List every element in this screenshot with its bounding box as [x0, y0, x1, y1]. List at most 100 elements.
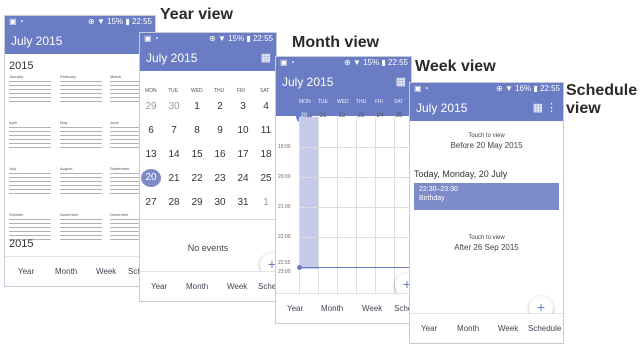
nav-week[interactable]: Week — [498, 324, 518, 333]
mini-month-name[interactable]: June — [110, 120, 119, 125]
day-cell[interactable]: 24 — [233, 173, 253, 184]
day-cell[interactable]: 27 — [141, 197, 161, 208]
day-cell[interactable]: 18 — [256, 149, 276, 160]
status-bar: ▣ ◔ ⊕ ▼ 15% ▮ 22:55 — [140, 33, 276, 44]
bottom-nav: Year Month Week Sche — [140, 271, 276, 301]
mini-month-grid[interactable] — [60, 173, 102, 195]
day-cell[interactable]: 30 — [210, 197, 230, 208]
day-cell[interactable]: 30 — [164, 101, 184, 112]
mini-month-name[interactable]: October — [9, 212, 23, 217]
hour-label: 19:00 — [278, 144, 291, 150]
more-options-icon[interactable]: ⋮ — [546, 101, 557, 114]
day-cell[interactable]: 25 — [256, 173, 276, 184]
mini-month-grid[interactable] — [9, 127, 51, 149]
weekday-header: SAT — [394, 99, 404, 105]
weekday-header: MON — [145, 88, 157, 94]
day-cell[interactable]: 31 — [233, 197, 253, 208]
bottom-nav: Year Month Week Sche — [5, 256, 155, 286]
week-grid: 19:00 20:00 21:00 22:00 22:55 23:00 — [276, 117, 411, 293]
current-time-line — [299, 267, 411, 268]
weekday-header: WED — [337, 99, 349, 105]
nav-year[interactable]: Year — [151, 282, 167, 291]
day-cell[interactable]: 9 — [210, 125, 230, 136]
hour-label: 21:00 — [278, 204, 291, 210]
app-bar-title[interactable]: July 2015 — [11, 34, 62, 48]
mini-month-name[interactable]: March — [110, 74, 121, 79]
mini-month-grid[interactable] — [9, 173, 51, 195]
calendar-today-icon[interactable]: ▦ — [533, 101, 543, 114]
mini-month-grid[interactable] — [60, 127, 102, 149]
day-cell[interactable]: 7 — [164, 125, 184, 136]
week-view-screen: ▣ ◔ ⊕ ▼ 15% ▮ 22:55 July 2015 ▦ MON 20 TUE… — [275, 56, 412, 324]
day-cell[interactable]: 13 — [141, 149, 161, 160]
status-icons-right: ⊕ ▼ 16% ▮ 22:55 — [496, 84, 560, 93]
weekday-header: THU — [356, 99, 367, 105]
day-cell[interactable]: 14 — [164, 149, 184, 160]
app-bar-title[interactable]: July 2015 — [146, 51, 197, 65]
day-cell[interactable]: 28 — [164, 197, 184, 208]
divider — [140, 219, 276, 220]
nav-schedule[interactable]: Schedule — [528, 324, 561, 333]
day-cell[interactable]: 10 — [233, 125, 253, 136]
nav-month[interactable]: Month — [186, 282, 208, 291]
mini-month-name[interactable]: August — [60, 166, 72, 171]
load-earlier[interactable]: Touch to view Before 20 May 2015 — [410, 133, 563, 150]
hour-label: 22:55 — [278, 260, 291, 266]
load-later[interactable]: Touch to view After 26 Sep 2015 — [410, 235, 563, 252]
touch-to-view-label: Touch to view — [468, 133, 505, 139]
day-cell[interactable]: 20 — [141, 169, 161, 187]
mini-month-grid[interactable] — [60, 81, 102, 103]
nav-week[interactable]: Week — [227, 282, 247, 291]
mini-month-name[interactable]: December — [110, 212, 128, 217]
day-header: Today, Monday, 20 July — [414, 169, 508, 179]
nav-week[interactable]: Week — [96, 267, 116, 276]
day-cell[interactable]: 15 — [187, 149, 207, 160]
mini-month-name[interactable]: July — [9, 166, 16, 171]
day-cell[interactable]: 29 — [187, 197, 207, 208]
day-cell[interactable]: 21 — [164, 173, 184, 184]
hour-label: 22:00 — [278, 234, 291, 240]
no-events-text: No events — [187, 243, 229, 253]
bottom-nav: Year Month Week Sche — [276, 293, 411, 323]
nav-year[interactable]: Year — [421, 324, 437, 333]
mini-month-name[interactable]: April — [9, 120, 17, 125]
day-cell[interactable]: 16 — [210, 149, 230, 160]
day-cell[interactable]: 4 — [256, 101, 276, 112]
calendar-today-icon[interactable]: ▦ — [261, 51, 271, 64]
calendar-today-icon[interactable]: ▦ — [396, 75, 406, 88]
nav-month[interactable]: Month — [55, 267, 77, 276]
app-bar-title[interactable]: July 2015 — [282, 75, 333, 89]
nav-month[interactable]: Month — [321, 304, 343, 313]
mini-month-name[interactable]: February — [60, 74, 76, 79]
day-cell[interactable]: 3 — [233, 101, 253, 112]
day-cell[interactable]: 8 — [187, 125, 207, 136]
mini-month-grid[interactable] — [60, 219, 102, 241]
day-cell[interactable]: 2 — [210, 101, 230, 112]
day-cell[interactable]: 6 — [141, 125, 161, 136]
nav-month[interactable]: Month — [457, 324, 479, 333]
day-cell[interactable]: 23 — [210, 173, 230, 184]
day-cell[interactable]: 22 — [187, 173, 207, 184]
day-cell[interactable]: 29 — [141, 101, 161, 112]
mini-month-name[interactable]: January — [9, 74, 23, 79]
mini-month-name[interactable]: November — [60, 212, 78, 217]
mini-month-name[interactable]: September — [110, 166, 130, 171]
caption-month-view: Month view — [292, 34, 380, 51]
status-icons-right: ⊕ ▼ 15% ▮ 22:55 — [209, 34, 273, 43]
event-name: Birthday — [419, 195, 445, 202]
mini-month-grid[interactable] — [9, 81, 51, 103]
after-date-label: After 26 Sep 2015 — [454, 243, 519, 252]
day-cell[interactable]: 1 — [187, 101, 207, 112]
day-cell[interactable]: 11 — [256, 125, 276, 136]
event-card[interactable]: 22:30–23:30 Birthday — [414, 183, 559, 210]
day-cell[interactable]: 17 — [233, 149, 253, 160]
nav-week[interactable]: Week — [362, 304, 382, 313]
mini-month-name[interactable]: May — [60, 120, 68, 125]
day-cell[interactable]: 1 — [256, 197, 276, 208]
status-bar: ▣ ◔ ⊕ ▼ 16% ▮ 22:55 — [410, 83, 563, 94]
nav-year[interactable]: Year — [287, 304, 303, 313]
app-bar-title[interactable]: July 2015 — [416, 101, 467, 115]
nav-schedule[interactable]: Sche — [258, 282, 276, 291]
weekday-header: SAT — [260, 88, 270, 94]
nav-year[interactable]: Year — [18, 267, 34, 276]
